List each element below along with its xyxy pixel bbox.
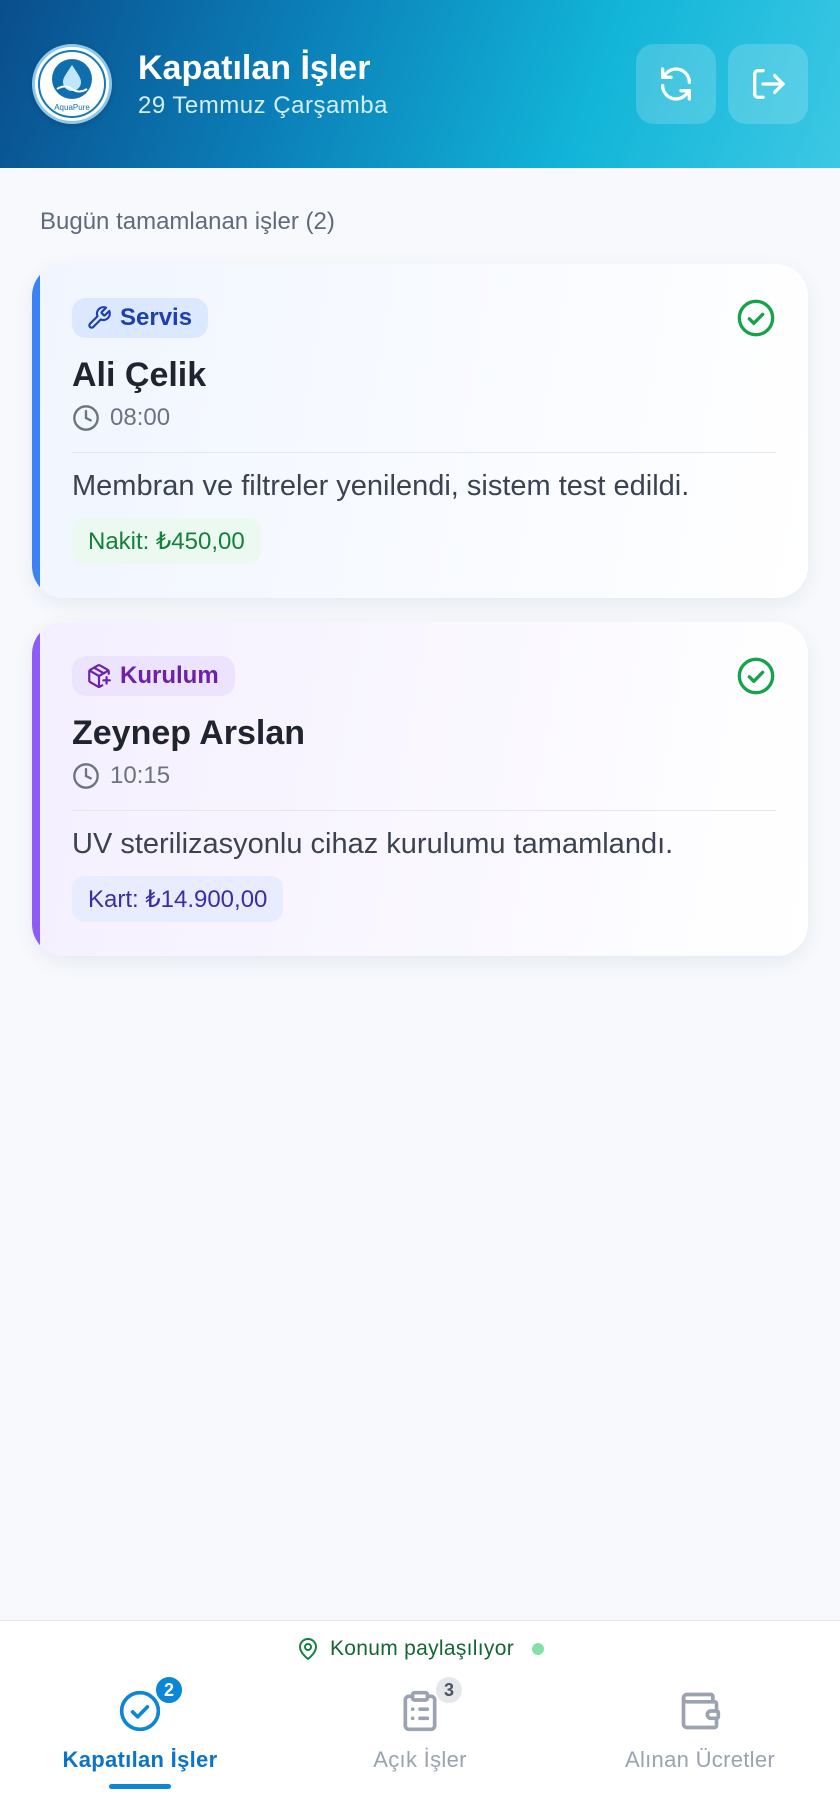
bottom-navigation: Konum paylaşılıyor 2 Kapatılan İşler 3 A…: [0, 1620, 840, 1800]
customer-name: Zeynep Arslan: [72, 714, 306, 752]
job-time: 10:15: [72, 762, 170, 790]
clock-icon: [73, 405, 99, 431]
refresh-icon: [661, 67, 691, 101]
job-card-service[interactable]: Servis Ali Çelik 08:00 Membran ve filtre…: [32, 264, 808, 598]
clock-icon: [73, 763, 99, 789]
payment-badge: Kart: ₺14.900,00: [72, 876, 284, 922]
logout-icon: [753, 69, 785, 100]
divider: [72, 810, 776, 811]
nav-acik-isler[interactable]: 3 Açık İşler: [280, 1675, 560, 1791]
location-status-text: Konum paylaşılıyor: [330, 1637, 514, 1660]
page-date: 29 Temmuz Çarşamba: [138, 92, 388, 119]
customer-name: Ali Çelik: [72, 356, 207, 394]
nav-label: Kapatılan İşler: [62, 1747, 218, 1772]
job-type-label: Servis: [120, 304, 193, 331]
divider: [72, 452, 776, 453]
package-plus-icon: [88, 664, 111, 688]
nav-count-badge: 3: [434, 1675, 464, 1705]
location-live-dot: [531, 1643, 544, 1655]
job-time-text: 08:00: [110, 404, 171, 431]
job-description: Membran ve filtreler yenilendi, sistem t…: [72, 470, 690, 502]
payment-badge: Nakit: ₺450,00: [72, 518, 261, 564]
job-description: UV sterilizasyonlu cihaz kurulumu tamaml…: [72, 828, 674, 860]
logout-button[interactable]: [728, 44, 808, 124]
nav-alinan-ucretler[interactable]: Alınan Ücretler: [560, 1681, 840, 1791]
active-tab-indicator: [109, 1784, 171, 1789]
svg-text:AquaPure: AquaPure: [54, 103, 90, 112]
nav-kapatilan-isler[interactable]: 2 Kapatılan İşler: [0, 1675, 280, 1791]
job-time: 08:00: [72, 404, 170, 432]
job-type-badge: Kurulum: [72, 656, 235, 696]
section-label: Bugün tamamlanan işler (2): [40, 208, 335, 235]
page-title: Kapatılan İşler: [138, 49, 371, 87]
job-type-badge: Servis: [72, 298, 209, 338]
job-time-text: 10:15: [110, 762, 171, 789]
wallet-icon: [681, 1692, 721, 1730]
check-circle-icon: [737, 299, 775, 337]
nav-count-badge: 2: [154, 1675, 184, 1705]
nav-label: Açık İşler: [373, 1747, 467, 1772]
location-status: Konum paylaşılıyor: [0, 1637, 840, 1661]
aquapure-logo: AquaPure: [32, 44, 112, 124]
job-card-install[interactable]: Kurulum Zeynep Arslan 10:15 UV steriliza…: [32, 622, 808, 956]
app-header: AquaPure Kapatılan İşler 29 Temmuz Çarşa…: [0, 0, 840, 168]
nav-label: Alınan Ücretler: [624, 1747, 775, 1772]
map-pin-icon: [299, 1638, 317, 1660]
refresh-button[interactable]: [636, 44, 716, 124]
check-circle-icon: [737, 657, 775, 695]
wrench-icon: [88, 306, 111, 329]
card-accent-stripe: [32, 622, 40, 956]
job-type-label: Kurulum: [120, 662, 219, 689]
card-accent-stripe: [32, 264, 40, 598]
